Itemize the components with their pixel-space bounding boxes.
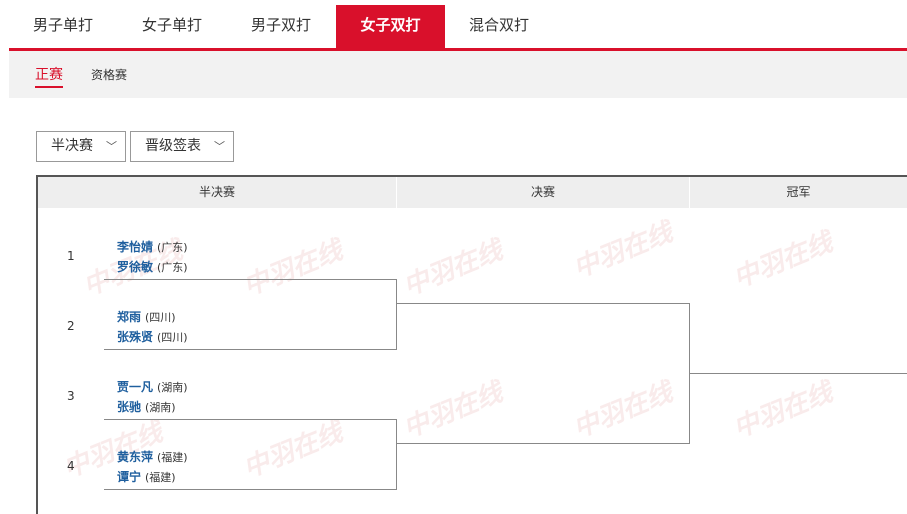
bracket-line <box>396 303 690 304</box>
sub-tab-bar: 正赛 资格赛 <box>9 51 907 98</box>
player-name[interactable]: 郑雨 (四川) <box>117 308 176 325</box>
player-name[interactable]: 贾一凡 (湖南) <box>117 378 188 395</box>
seed-number: 4 <box>67 459 75 473</box>
chevron-down-icon: ﹀ <box>214 140 225 153</box>
player-name[interactable]: 李怡婧 (广东) <box>117 238 188 255</box>
bracket-line <box>396 443 690 444</box>
tab-womens-singles[interactable]: 女子单打 <box>123 5 221 48</box>
bracket-line <box>396 419 397 490</box>
bracket-line <box>104 349 396 350</box>
bracket-line <box>396 279 397 350</box>
subtab-main-draw[interactable]: 正赛 <box>35 64 63 88</box>
player-name[interactable]: 黄东萍 (福建) <box>117 448 188 465</box>
event-tabs: 男子单打 女子单打 男子双打 女子双打 混合双打 <box>0 0 907 48</box>
column-final: 决赛 <box>397 177 689 208</box>
seed-number: 2 <box>67 319 75 333</box>
player-name[interactable]: 张殊贤 (四川) <box>117 328 188 345</box>
view-select[interactable]: 晋级签表 ﹀ <box>130 131 234 162</box>
view-select-value: 晋级签表 <box>145 138 201 154</box>
player-name[interactable]: 谭宁 (福建) <box>117 468 176 485</box>
bracket-line <box>689 373 907 374</box>
subtab-qualifying[interactable]: 资格赛 <box>91 66 127 83</box>
chevron-down-icon: ﹀ <box>106 140 117 153</box>
bracket-line <box>104 279 396 280</box>
bracket-line <box>104 419 396 420</box>
bracket-line <box>104 489 396 490</box>
seed-number: 3 <box>67 389 75 403</box>
player-name[interactable]: 张驰 (湖南) <box>117 398 176 415</box>
tab-mens-doubles[interactable]: 男子双打 <box>232 5 330 48</box>
column-semifinal: 半决赛 <box>38 177 396 208</box>
round-select-value: 半决赛 <box>51 138 93 154</box>
player-name[interactable]: 罗徐敏 (广东) <box>117 258 188 275</box>
column-champion: 冠军 <box>690 177 907 208</box>
tab-womens-doubles[interactable]: 女子双打 <box>336 5 445 48</box>
tab-mixed-doubles[interactable]: 混合双打 <box>450 5 548 48</box>
round-select[interactable]: 半决赛 ﹀ <box>36 131 126 162</box>
tab-mens-singles[interactable]: 男子单打 <box>14 5 112 48</box>
seed-number: 1 <box>67 249 75 263</box>
